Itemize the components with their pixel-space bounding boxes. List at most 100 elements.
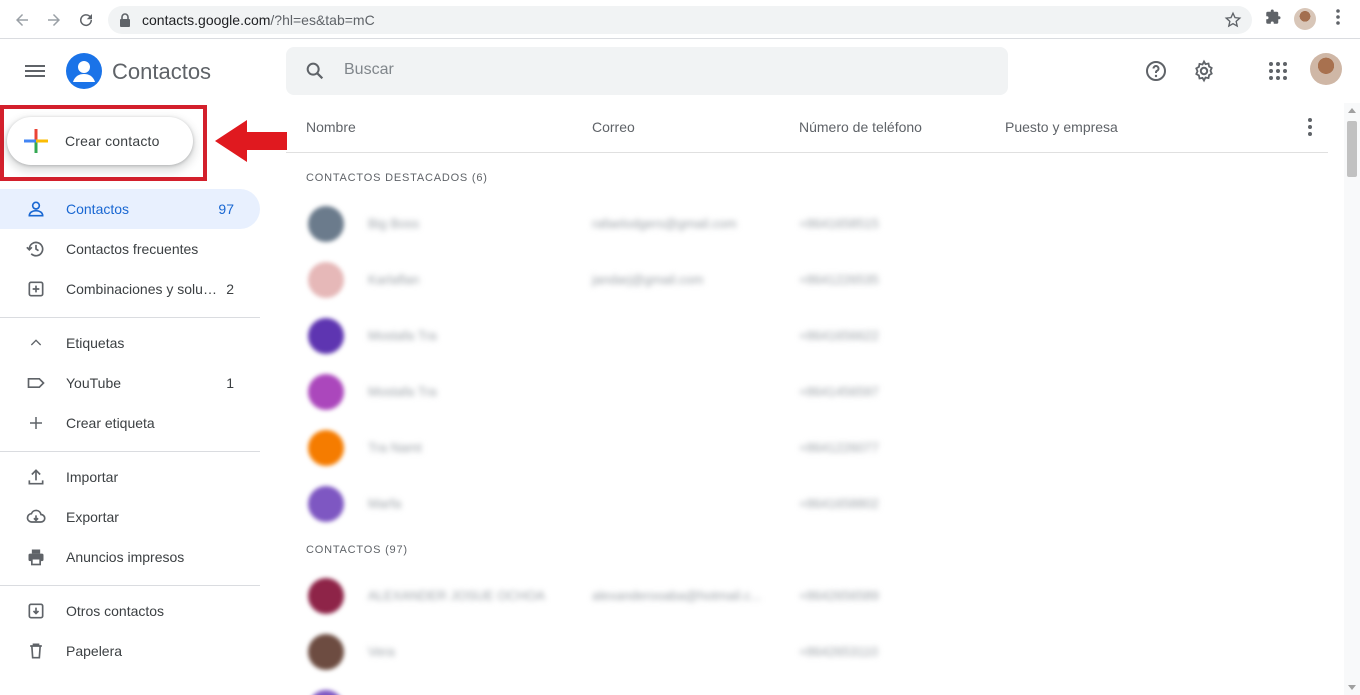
sidebar-item-anuncios-impresos[interactable]: Anuncios impresos — [0, 537, 260, 577]
reload-icon[interactable] — [74, 8, 98, 32]
sidebar-item-label: Papelera — [66, 643, 123, 659]
contact-name: Karlaflan — [368, 272, 420, 287]
contact-avatar — [308, 690, 344, 695]
sidebar-item-label: Contactos — [66, 201, 130, 217]
contact-name: Tra Namt — [368, 440, 422, 455]
account-avatar[interactable] — [1310, 53, 1342, 85]
table-row[interactable]: Mostafa Tra +8641656622 — [286, 308, 1328, 364]
print-icon — [24, 545, 48, 569]
column-header-puesto[interactable]: Puesto y empresa — [1005, 119, 1118, 135]
contact-avatar — [308, 262, 344, 298]
create-contact-label: Crear contacto — [65, 133, 160, 149]
sidebar-item-otros-contactos[interactable]: Otros contactos — [0, 591, 260, 631]
contact-phone: +8642653110 — [799, 644, 878, 659]
sidebar-item-label: Combinaciones y solu… — [66, 281, 217, 297]
sidebar-item-etiquetas[interactable]: Etiquetas — [0, 323, 260, 363]
browser-menu-icon[interactable] — [1330, 8, 1346, 26]
back-arrow-icon[interactable] — [10, 8, 34, 32]
scroll-up-arrow-icon[interactable] — [1348, 108, 1356, 113]
settings-gear-icon[interactable] — [1192, 59, 1216, 83]
sidebar-item-label: Contactos frecuentes — [66, 241, 199, 257]
table-row[interactable]: Vera +8642653110 — [286, 624, 1328, 680]
table-row[interactable]: ALEXANDER JOSUE OCHOA alexanderooaba@hot… — [286, 568, 1328, 624]
contact-avatar — [308, 486, 344, 522]
contact-avatar — [308, 374, 344, 410]
url-path: /?hl=es&tab=mC — [270, 12, 375, 28]
cloud-download-icon — [24, 505, 48, 529]
extensions-icon[interactable] — [1264, 8, 1282, 26]
more-vert-icon[interactable] — [1298, 115, 1322, 139]
contact-phone: +8641226077 — [799, 440, 879, 455]
contact-avatar — [308, 318, 344, 354]
chevron-up-icon — [24, 331, 48, 355]
table-row[interactable] — [286, 680, 1328, 695]
column-header-nombre[interactable]: Nombre — [306, 119, 356, 135]
person-icon — [24, 197, 48, 221]
search-input[interactable] — [344, 61, 944, 79]
sidebar-item-contactos[interactable]: Contactos 97 — [0, 189, 260, 229]
contact-name: ALEXANDER JOSUE OCHOA — [368, 588, 545, 603]
contact-phone: +8641658802 — [799, 496, 879, 511]
table-row[interactable]: Marfa +8641658802 — [286, 476, 1328, 532]
sidebar-item-combinaciones[interactable]: Combinaciones y solu… 2 — [0, 269, 260, 309]
contact-email: rafaelodgers@gmail.com — [592, 216, 737, 231]
address-bar[interactable]: contacts.google.com/?hl=es&tab=mC — [108, 6, 1252, 34]
sidebar-item-label: YouTube — [66, 375, 122, 391]
sidebar: Crear contacto Contactos 97 Contactos fr… — [0, 103, 287, 695]
sidebar-item-label: Etiquetas — [66, 335, 125, 351]
upload-icon — [24, 465, 48, 489]
bookmark-star-icon[interactable] — [1224, 11, 1242, 29]
apps-grid-icon[interactable] — [1266, 59, 1290, 83]
browser-profile-avatar[interactable] — [1294, 8, 1316, 30]
header-divider — [286, 152, 1328, 153]
divider — [0, 317, 260, 318]
label-icon — [24, 371, 48, 395]
lock-icon — [120, 13, 130, 27]
url-host: contacts.google.com — [142, 12, 271, 28]
sidebar-item-papelera[interactable]: Papelera — [0, 631, 260, 671]
contact-avatar — [308, 578, 344, 614]
app-header: Contactos — [0, 39, 1360, 103]
sidebar-item-label: Exportar — [66, 509, 119, 525]
column-header-telefono[interactable]: Número de teléfono — [799, 119, 922, 135]
scroll-down-arrow-icon[interactable] — [1348, 685, 1356, 690]
sidebar-item-contactos-frecuentes[interactable]: Contactos frecuentes — [0, 229, 260, 269]
scrollbar-thumb[interactable] — [1347, 121, 1357, 177]
hamburger-menu-icon[interactable] — [22, 59, 48, 83]
browser-toolbar: contacts.google.com/?hl=es&tab=mC — [0, 0, 1360, 39]
contact-phone: +8641456597 — [799, 384, 879, 399]
contact-phone: +8641226535 — [799, 272, 879, 287]
merge-icon — [24, 277, 48, 301]
red-arrow-annotation — [215, 120, 287, 162]
sidebar-item-importar[interactable]: Importar — [0, 457, 260, 497]
table-row[interactable]: Tra Namt +8641226077 — [286, 420, 1328, 476]
sidebar-item-youtube[interactable]: YouTube 1 — [0, 363, 260, 403]
url-text: contacts.google.com/?hl=es&tab=mC — [142, 12, 375, 28]
sidebar-item-label: Importar — [66, 469, 119, 485]
sidebar-item-crear-etiqueta[interactable]: Crear etiqueta — [0, 403, 260, 443]
table-row[interactable]: Mostafa Tra +8641456597 — [286, 364, 1328, 420]
help-icon[interactable] — [1144, 59, 1168, 83]
table-row[interactable]: Big Boss rafaelodgers@gmail.com +8641658… — [286, 196, 1328, 252]
contacts-logo-icon — [66, 53, 102, 89]
forward-arrow-icon[interactable] — [42, 8, 66, 32]
contact-avatar — [308, 206, 344, 242]
history-icon — [24, 237, 48, 261]
archive-icon — [24, 599, 48, 623]
search-icon[interactable] — [304, 60, 326, 82]
divider — [0, 451, 260, 452]
column-header-correo[interactable]: Correo — [592, 119, 635, 135]
contact-phone: +8642656589 — [799, 588, 879, 603]
search-bar[interactable] — [286, 47, 1008, 95]
create-contact-button[interactable]: Crear contacto — [7, 117, 193, 165]
section-title-starred: CONTACTOS DESTACADOS (6) — [306, 172, 488, 184]
scrollbar[interactable] — [1344, 103, 1360, 695]
contact-email: jandarj@gmail.com — [592, 272, 704, 287]
sidebar-item-exportar[interactable]: Exportar — [0, 497, 260, 537]
contacts-list: Nombre Correo Número de teléfono Puesto … — [286, 103, 1346, 695]
contact-name: Big Boss — [368, 216, 420, 231]
app-title: Contactos — [112, 59, 212, 84]
sidebar-item-label: Crear etiqueta — [66, 415, 155, 431]
table-row[interactable]: Karlaflan jandarj@gmail.com +8641226535 — [286, 252, 1328, 308]
contact-avatar — [308, 430, 344, 466]
